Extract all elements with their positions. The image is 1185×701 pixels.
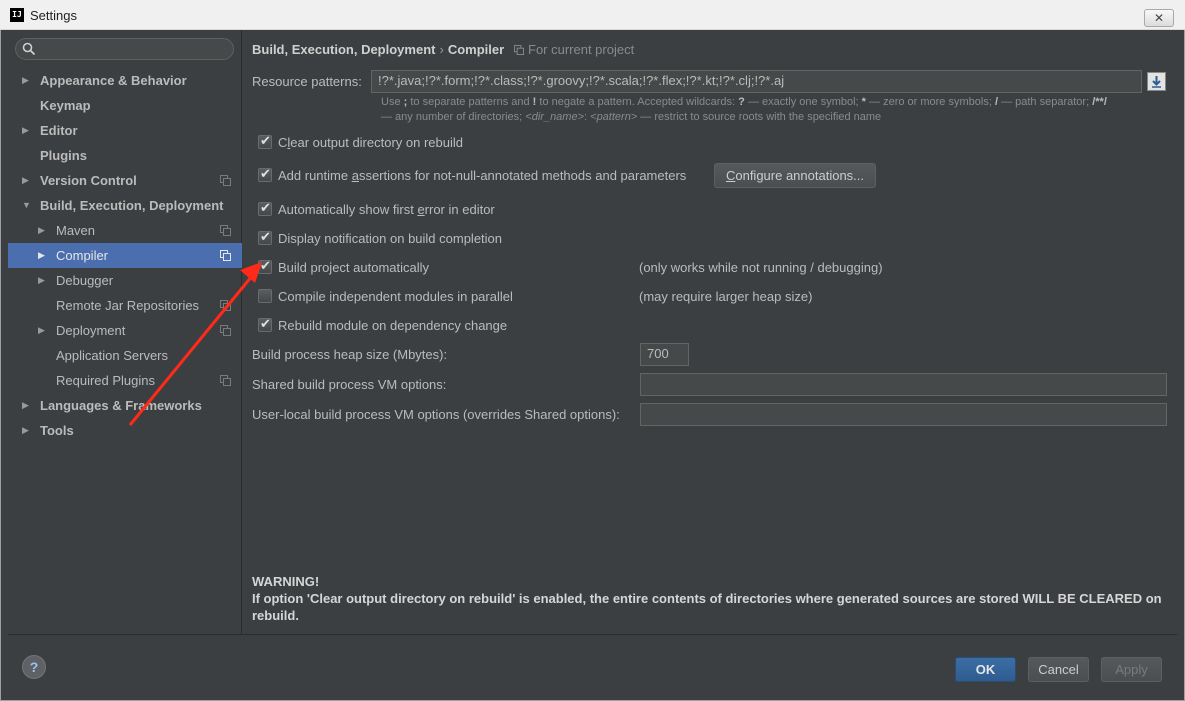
expand-arrow-icon: ▶ <box>38 275 45 285</box>
build-automatically-note: (only works while not running / debuggin… <box>639 260 883 275</box>
window-title: Settings <box>30 8 77 23</box>
project-scope-icon <box>220 225 231 236</box>
expand-arrow-icon: ▶ <box>22 425 29 435</box>
window-close-button[interactable]: ✕ <box>1144 9 1174 27</box>
apply-button[interactable]: Apply <box>1101 657 1162 682</box>
app-logo-icon: IJ <box>10 8 24 22</box>
runtime-assertions-label[interactable]: Add runtime assertions for not-null-anno… <box>278 168 686 183</box>
expand-icon <box>1152 76 1161 88</box>
project-scope-icon <box>220 325 231 336</box>
user-vm-options-input[interactable] <box>640 403 1167 426</box>
search-input[interactable] <box>15 38 234 60</box>
expand-arrow-icon: ▶ <box>22 125 29 135</box>
heap-size-label: Build process heap size (Mbytes): <box>252 347 448 362</box>
compiler-settings-panel: Build, Execution, Deployment › Compiler Fo… <box>242 30 1177 634</box>
expand-arrow-icon: ▶ <box>22 400 29 410</box>
sidebar-item-tools[interactable]: ▶ Tools <box>8 418 242 443</box>
show-first-error-checkbox[interactable]: ✔ <box>258 200 272 216</box>
sidebar-item-maven[interactable]: ▶ Maven <box>8 218 242 243</box>
expand-arrow-icon: ▶ <box>38 250 45 260</box>
resource-patterns-hint-line2: — any number of directories; <dir_name>:… <box>381 111 882 123</box>
display-notification-label[interactable]: Display notification on build completion <box>278 231 502 246</box>
resource-patterns-label: Resource patterns: <box>252 74 362 89</box>
sidebar-item-debugger[interactable]: ▶ Debugger <box>8 268 242 293</box>
sidebar-item-remote-jar-repositories[interactable]: Remote Jar Repositories <box>8 293 242 318</box>
user-vm-options-label: User-local build process VM options (ove… <box>252 407 620 422</box>
clear-output-checkbox[interactable]: ✔ <box>258 133 272 149</box>
ok-button[interactable]: OK <box>955 657 1016 682</box>
sidebar-item-languages-frameworks[interactable]: ▶ Languages & Frameworks <box>8 393 242 418</box>
expand-arrow-icon: ▶ <box>22 75 29 85</box>
checkmark-icon: ✔ <box>260 133 271 148</box>
sidebar-item-compiler[interactable]: ▶ Compiler <box>8 243 242 268</box>
warning-message: WARNING! If option 'Clear output directo… <box>252 573 1172 624</box>
shared-vm-options-input[interactable] <box>640 373 1167 396</box>
expand-field-button[interactable] <box>1147 72 1166 91</box>
checkmark-icon: ✔ <box>260 229 271 244</box>
project-scope-icon <box>514 45 524 55</box>
expand-arrow-icon: ▶ <box>38 325 45 335</box>
sidebar-item-editor[interactable]: ▶ Editor <box>8 118 242 143</box>
rebuild-on-dependency-label[interactable]: Rebuild module on dependency change <box>278 318 507 333</box>
resource-patterns-input[interactable]: !?*.java;!?*.form;!?*.class;!?*.groovy;!… <box>371 70 1142 93</box>
sidebar-item-version-control[interactable]: ▶ Version Control <box>8 168 242 193</box>
project-scope-note: For current project <box>514 42 634 57</box>
breadcrumb: Build, Execution, Deployment › Compiler <box>252 42 504 57</box>
sidebar-item-keymap[interactable]: Keymap <box>8 93 242 118</box>
shared-vm-options-label: Shared build process VM options: <box>252 377 447 392</box>
expand-arrow-icon: ▶ <box>38 225 45 235</box>
breadcrumb-current: Compiler <box>447 42 505 57</box>
checkmark-icon: ✔ <box>260 200 271 215</box>
dialog-button-bar: ? OK Cancel Apply <box>8 634 1177 700</box>
help-icon: ? <box>29 659 39 675</box>
sidebar-item-deployment[interactable]: ▶ Deployment <box>8 318 242 343</box>
cancel-button[interactable]: Cancel <box>1028 657 1089 682</box>
compile-parallel-note: (may require larger heap size) <box>639 289 813 304</box>
project-scope-icon <box>220 375 231 386</box>
help-button[interactable]: ? <box>22 655 46 679</box>
checkmark-icon: ✔ <box>260 166 271 181</box>
clear-output-label[interactable]: Clear output directory on rebuild <box>278 135 463 150</box>
resource-patterns-hint-line1: Use ; to separate patterns and ! to nega… <box>381 96 1107 108</box>
warning-text: If option 'Clear output directory on reb… <box>252 591 1162 623</box>
show-first-error-label[interactable]: Automatically show first error in editor <box>278 202 495 217</box>
build-automatically-label[interactable]: Build project automatically <box>278 260 429 275</box>
collapse-arrow-icon: ▼ <box>22 200 31 210</box>
close-icon: ✕ <box>1153 11 1165 25</box>
sidebar-item-appearance-behavior[interactable]: ▶ Appearance & Behavior <box>8 68 242 93</box>
runtime-assertions-checkbox[interactable]: ✔ <box>258 166 272 182</box>
build-automatically-checkbox[interactable]: ✔ <box>258 258 272 274</box>
title-bar: IJ Settings ✕ <box>0 0 1185 30</box>
breadcrumb-parent[interactable]: Build, Execution, Deployment <box>252 42 435 57</box>
sidebar-item-build-execution-deployment[interactable]: ▼ Build, Execution, Deployment <box>8 193 242 218</box>
compile-parallel-label[interactable]: Compile independent modules in parallel <box>278 289 513 304</box>
display-notification-checkbox[interactable]: ✔ <box>258 229 272 245</box>
project-scope-icon <box>220 250 231 261</box>
expand-arrow-icon: ▶ <box>22 175 29 185</box>
search-icon <box>22 42 36 56</box>
rebuild-on-dependency-checkbox[interactable]: ✔ <box>258 316 272 332</box>
warning-title: WARNING! <box>252 574 320 589</box>
configure-annotations-button[interactable]: Configure annotations... <box>714 163 876 188</box>
settings-sidebar: ▶ Appearance & Behavior Keymap ▶ Editor … <box>8 30 242 634</box>
checkmark-icon: ✔ <box>260 258 271 273</box>
compile-parallel-checkbox[interactable] <box>258 289 272 303</box>
sidebar-item-required-plugins[interactable]: Required Plugins <box>8 368 242 393</box>
breadcrumb-separator: › <box>439 42 444 57</box>
heap-size-input[interactable]: 700 <box>640 343 689 366</box>
checkmark-icon: ✔ <box>260 316 271 331</box>
project-scope-icon <box>220 175 231 186</box>
project-scope-icon <box>220 300 231 311</box>
sidebar-item-application-servers[interactable]: Application Servers <box>8 343 242 368</box>
sidebar-item-plugins[interactable]: Plugins <box>8 143 242 168</box>
